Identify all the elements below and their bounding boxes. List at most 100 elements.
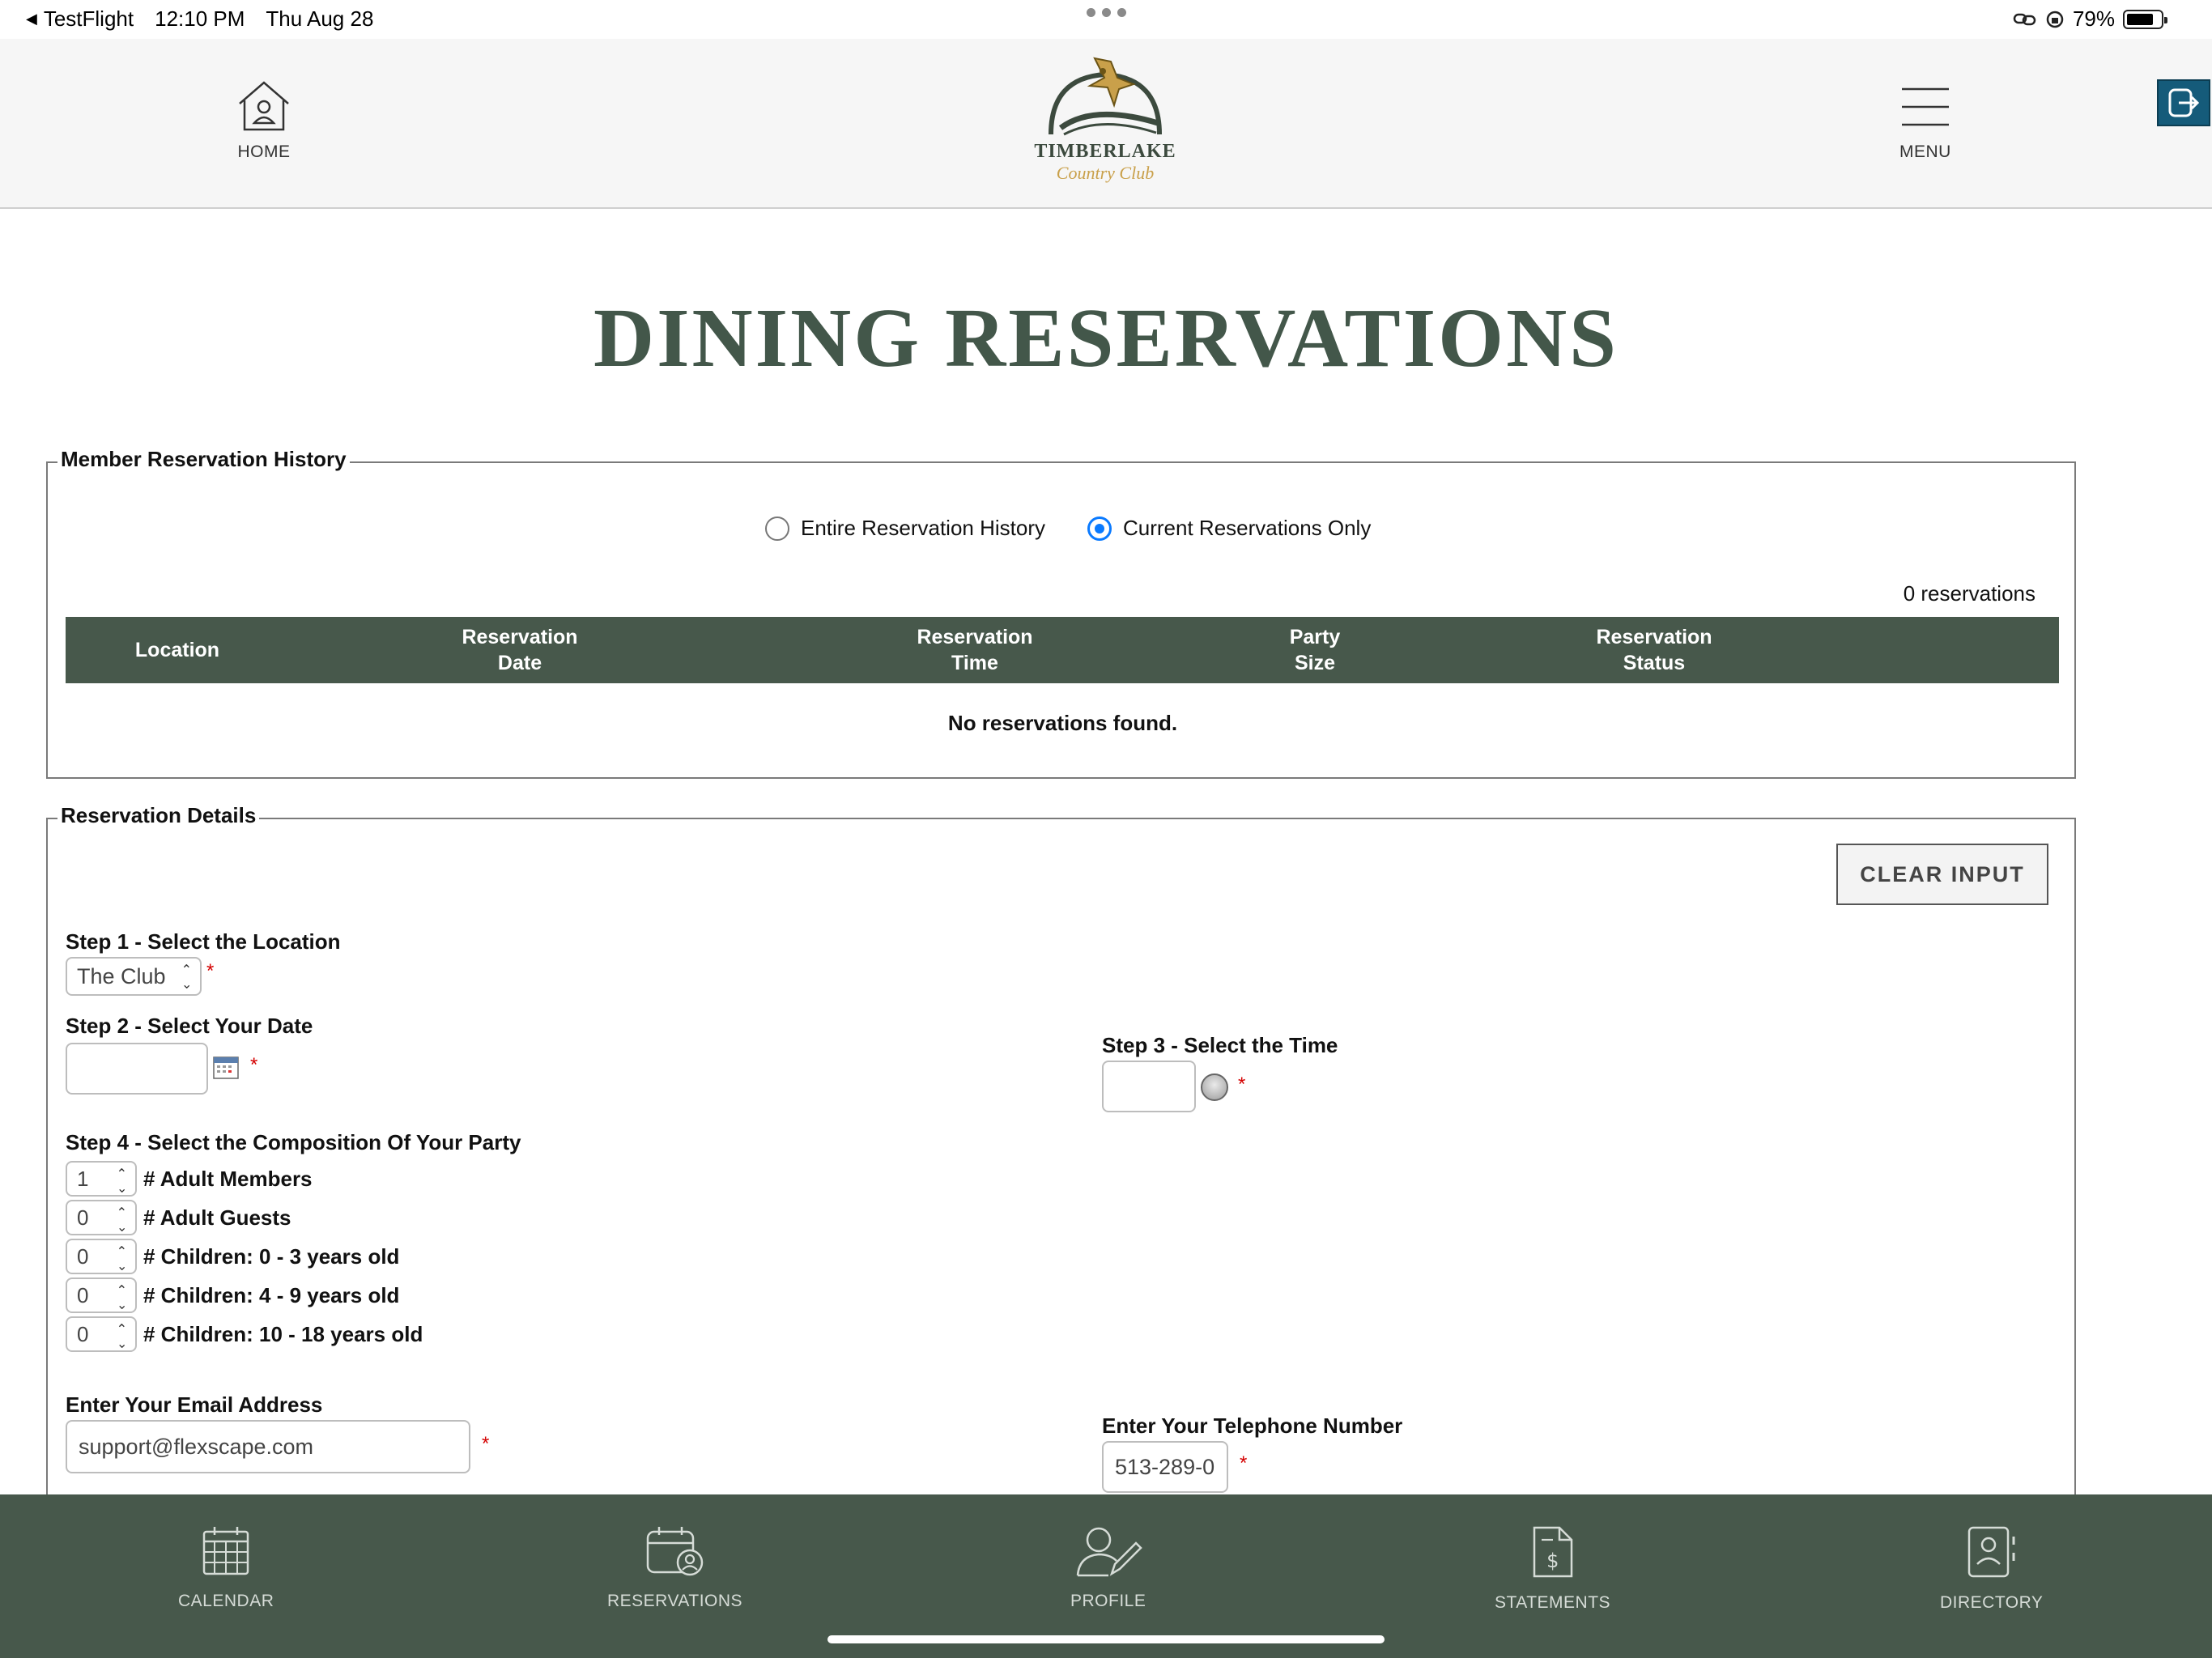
required-marker: * (206, 960, 215, 982)
bottom-tab-bar: CALENDAR RESERVATIONS PROFILE $ STATEMEN… (0, 1494, 2212, 1658)
children-10-18-label: # Children: 10 - 18 years old (143, 1321, 423, 1346)
adult-members-label: # Adult Members (143, 1166, 313, 1191)
logout-button[interactable] (2157, 79, 2210, 126)
logout-icon (2168, 88, 2200, 117)
date-input[interactable] (66, 1043, 208, 1095)
status-left: ◀ TestFlight 12:10 PM Thu Aug 28 (26, 6, 373, 32)
step4-label: Step 4 - Select the Composition Of Your … (66, 1130, 521, 1154)
children-0-3-label: # Children: 0 - 3 years old (143, 1244, 400, 1269)
logo-subtitle: Country Club (1056, 163, 1155, 183)
children-0-3-stepper[interactable]: 0 ⌃ ⌃ (66, 1239, 137, 1274)
back-to-app[interactable]: ◀ TestFlight (26, 6, 134, 32)
stepper-chevron-icon: ⌃ ⌃ (116, 1206, 127, 1233)
status-date: Thu Aug 28 (266, 6, 374, 31)
radio-entire-history[interactable] (765, 516, 789, 541)
email-field[interactable]: support@flexscape.com (66, 1420, 470, 1473)
tab-directory-label: DIRECTORY (1940, 1593, 2044, 1612)
clear-input-button[interactable]: CLEAR INPUT (1836, 844, 2048, 905)
radio-current-only[interactable] (1087, 516, 1112, 541)
reservation-table-header: Location Reservation Date Reservation Time… (66, 617, 2059, 683)
step2-label: Step 2 - Select Your Date (66, 1014, 313, 1038)
children-4-9-label: # Children: 4 - 9 years old (143, 1282, 400, 1307)
tab-statements[interactable]: $ STATEMENTS (1495, 1525, 1610, 1613)
required-marker: * (482, 1433, 490, 1455)
multitask-dots-icon[interactable] (1087, 8, 1126, 17)
app-header: HOME TIMBERLAKE Country Club MENU (0, 39, 2212, 209)
party-row-adult-members: 1 ⌃ ⌃ # Adult Members (66, 1161, 313, 1197)
details-legend: Reservation Details (57, 803, 260, 828)
eagle-logo-icon (1049, 57, 1162, 136)
children-4-9-stepper[interactable]: 0 ⌃ ⌃ (66, 1278, 137, 1313)
battery-percent: 79% (2072, 6, 2115, 31)
tab-statements-label: STATEMENTS (1495, 1593, 1611, 1612)
link-icon (2013, 13, 2036, 25)
children-10-18-stepper[interactable]: 0 ⌃ ⌃ (66, 1316, 137, 1352)
col-reservation-status[interactable]: Reservation Status (1431, 617, 1878, 683)
reservation-history-panel: Member Reservation History Entire Reserv… (46, 447, 2076, 779)
party-row-adult-guests: 0 ⌃ ⌃ # Adult Guests (66, 1200, 291, 1235)
reservation-count: 0 reservations (1903, 581, 2035, 606)
adult-guests-label: # Adult Guests (143, 1205, 291, 1230)
clock-picker-icon[interactable] (1201, 1073, 1228, 1101)
svg-text:$: $ (1546, 1550, 1559, 1572)
menu-label: MENU (1899, 142, 1951, 161)
adult-guests-stepper[interactable]: 0 ⌃ ⌃ (66, 1200, 137, 1235)
history-filter: Entire Reservation History Current Reser… (765, 516, 1371, 541)
radio-entire-history-label[interactable]: Entire Reservation History (801, 516, 1045, 541)
menu-button[interactable]: MENU (1899, 78, 1951, 162)
home-label: HOME (237, 142, 291, 161)
status-time: 12:10 PM (155, 6, 245, 31)
tab-profile[interactable]: PROFILE (1070, 1525, 1146, 1611)
required-marker: * (1240, 1452, 1248, 1474)
col-party-size[interactable]: Party Size (1199, 617, 1431, 683)
stepper-chevron-icon: ⌃ ⌃ (116, 1284, 127, 1311)
reservations-icon (646, 1527, 703, 1576)
tab-calendar-label: CALENDAR (178, 1592, 274, 1610)
party-row-children-0-3: 0 ⌃ ⌃ # Children: 0 - 3 years old (66, 1239, 399, 1274)
statement-document-icon: $ (1533, 1526, 1572, 1578)
stepper-chevron-icon: ⌃ ⌃ (116, 1323, 127, 1350)
col-reservation-time[interactable]: Reservation Time (751, 617, 1199, 683)
tab-reservations-label: RESERVATIONS (607, 1592, 743, 1610)
calendar-picker-icon[interactable] (213, 1056, 239, 1080)
tab-profile-label: PROFILE (1070, 1592, 1146, 1610)
required-marker: * (1238, 1073, 1246, 1095)
location-select-value: The Club (77, 963, 166, 988)
page-title: DINING RESERVATIONS (593, 291, 1619, 385)
tab-calendar[interactable]: CALENDAR (178, 1525, 274, 1611)
tab-reservations[interactable]: RESERVATIONS (607, 1525, 742, 1611)
adult-members-stepper[interactable]: 1 ⌃ ⌃ (66, 1161, 137, 1197)
required-marker: * (250, 1054, 258, 1076)
status-bar: ◀ TestFlight 12:10 PM Thu Aug 28 79% (0, 0, 2212, 39)
battery-icon (2123, 9, 2167, 29)
col-location[interactable]: Location (66, 617, 289, 683)
location-select[interactable]: The Club ⌃ ⌃ (66, 957, 202, 996)
back-arrow-icon: ◀ (26, 11, 37, 27)
party-row-children-10-18: 0 ⌃ ⌃ # Children: 10 - 18 years old (66, 1316, 423, 1352)
party-row-children-4-9: 0 ⌃ ⌃ # Children: 4 - 9 years old (66, 1278, 399, 1313)
home-button[interactable]: HOME (235, 78, 293, 162)
profile-edit-icon (1076, 1527, 1142, 1577)
empty-table-message: No reservations found. (947, 711, 1178, 735)
step1-label: Step 1 - Select the Location (66, 929, 341, 954)
hamburger-menu-icon (1901, 87, 1949, 126)
col-reservation-date[interactable]: Reservation Date (289, 617, 751, 683)
club-logo[interactable]: TIMBERLAKE Country Club (1034, 53, 1176, 199)
home-icon (239, 81, 289, 131)
orientation-lock-icon (2046, 11, 2064, 28)
back-app-label: TestFlight (43, 6, 134, 31)
logo-name: TIMBERLAKE (1034, 141, 1176, 162)
home-indicator[interactable] (827, 1635, 1385, 1643)
select-chevron-icon: ⌃ ⌃ (181, 963, 192, 990)
tab-directory[interactable]: DIRECTORY (1940, 1525, 2043, 1613)
stepper-chevron-icon: ⌃ ⌃ (116, 1167, 127, 1194)
phone-label: Enter Your Telephone Number (1102, 1414, 1403, 1438)
step3-label: Step 3 - Select the Time (1102, 1033, 1338, 1057)
time-input[interactable] (1102, 1061, 1196, 1112)
history-legend: Member Reservation History (57, 447, 350, 472)
directory-contacts-icon (1967, 1526, 2015, 1578)
email-label: Enter Your Email Address (66, 1392, 323, 1417)
status-right: 79% (2013, 6, 2167, 32)
phone-field[interactable]: 513-289-0 (1102, 1441, 1228, 1493)
radio-current-only-label[interactable]: Current Reservations Only (1123, 516, 1371, 541)
